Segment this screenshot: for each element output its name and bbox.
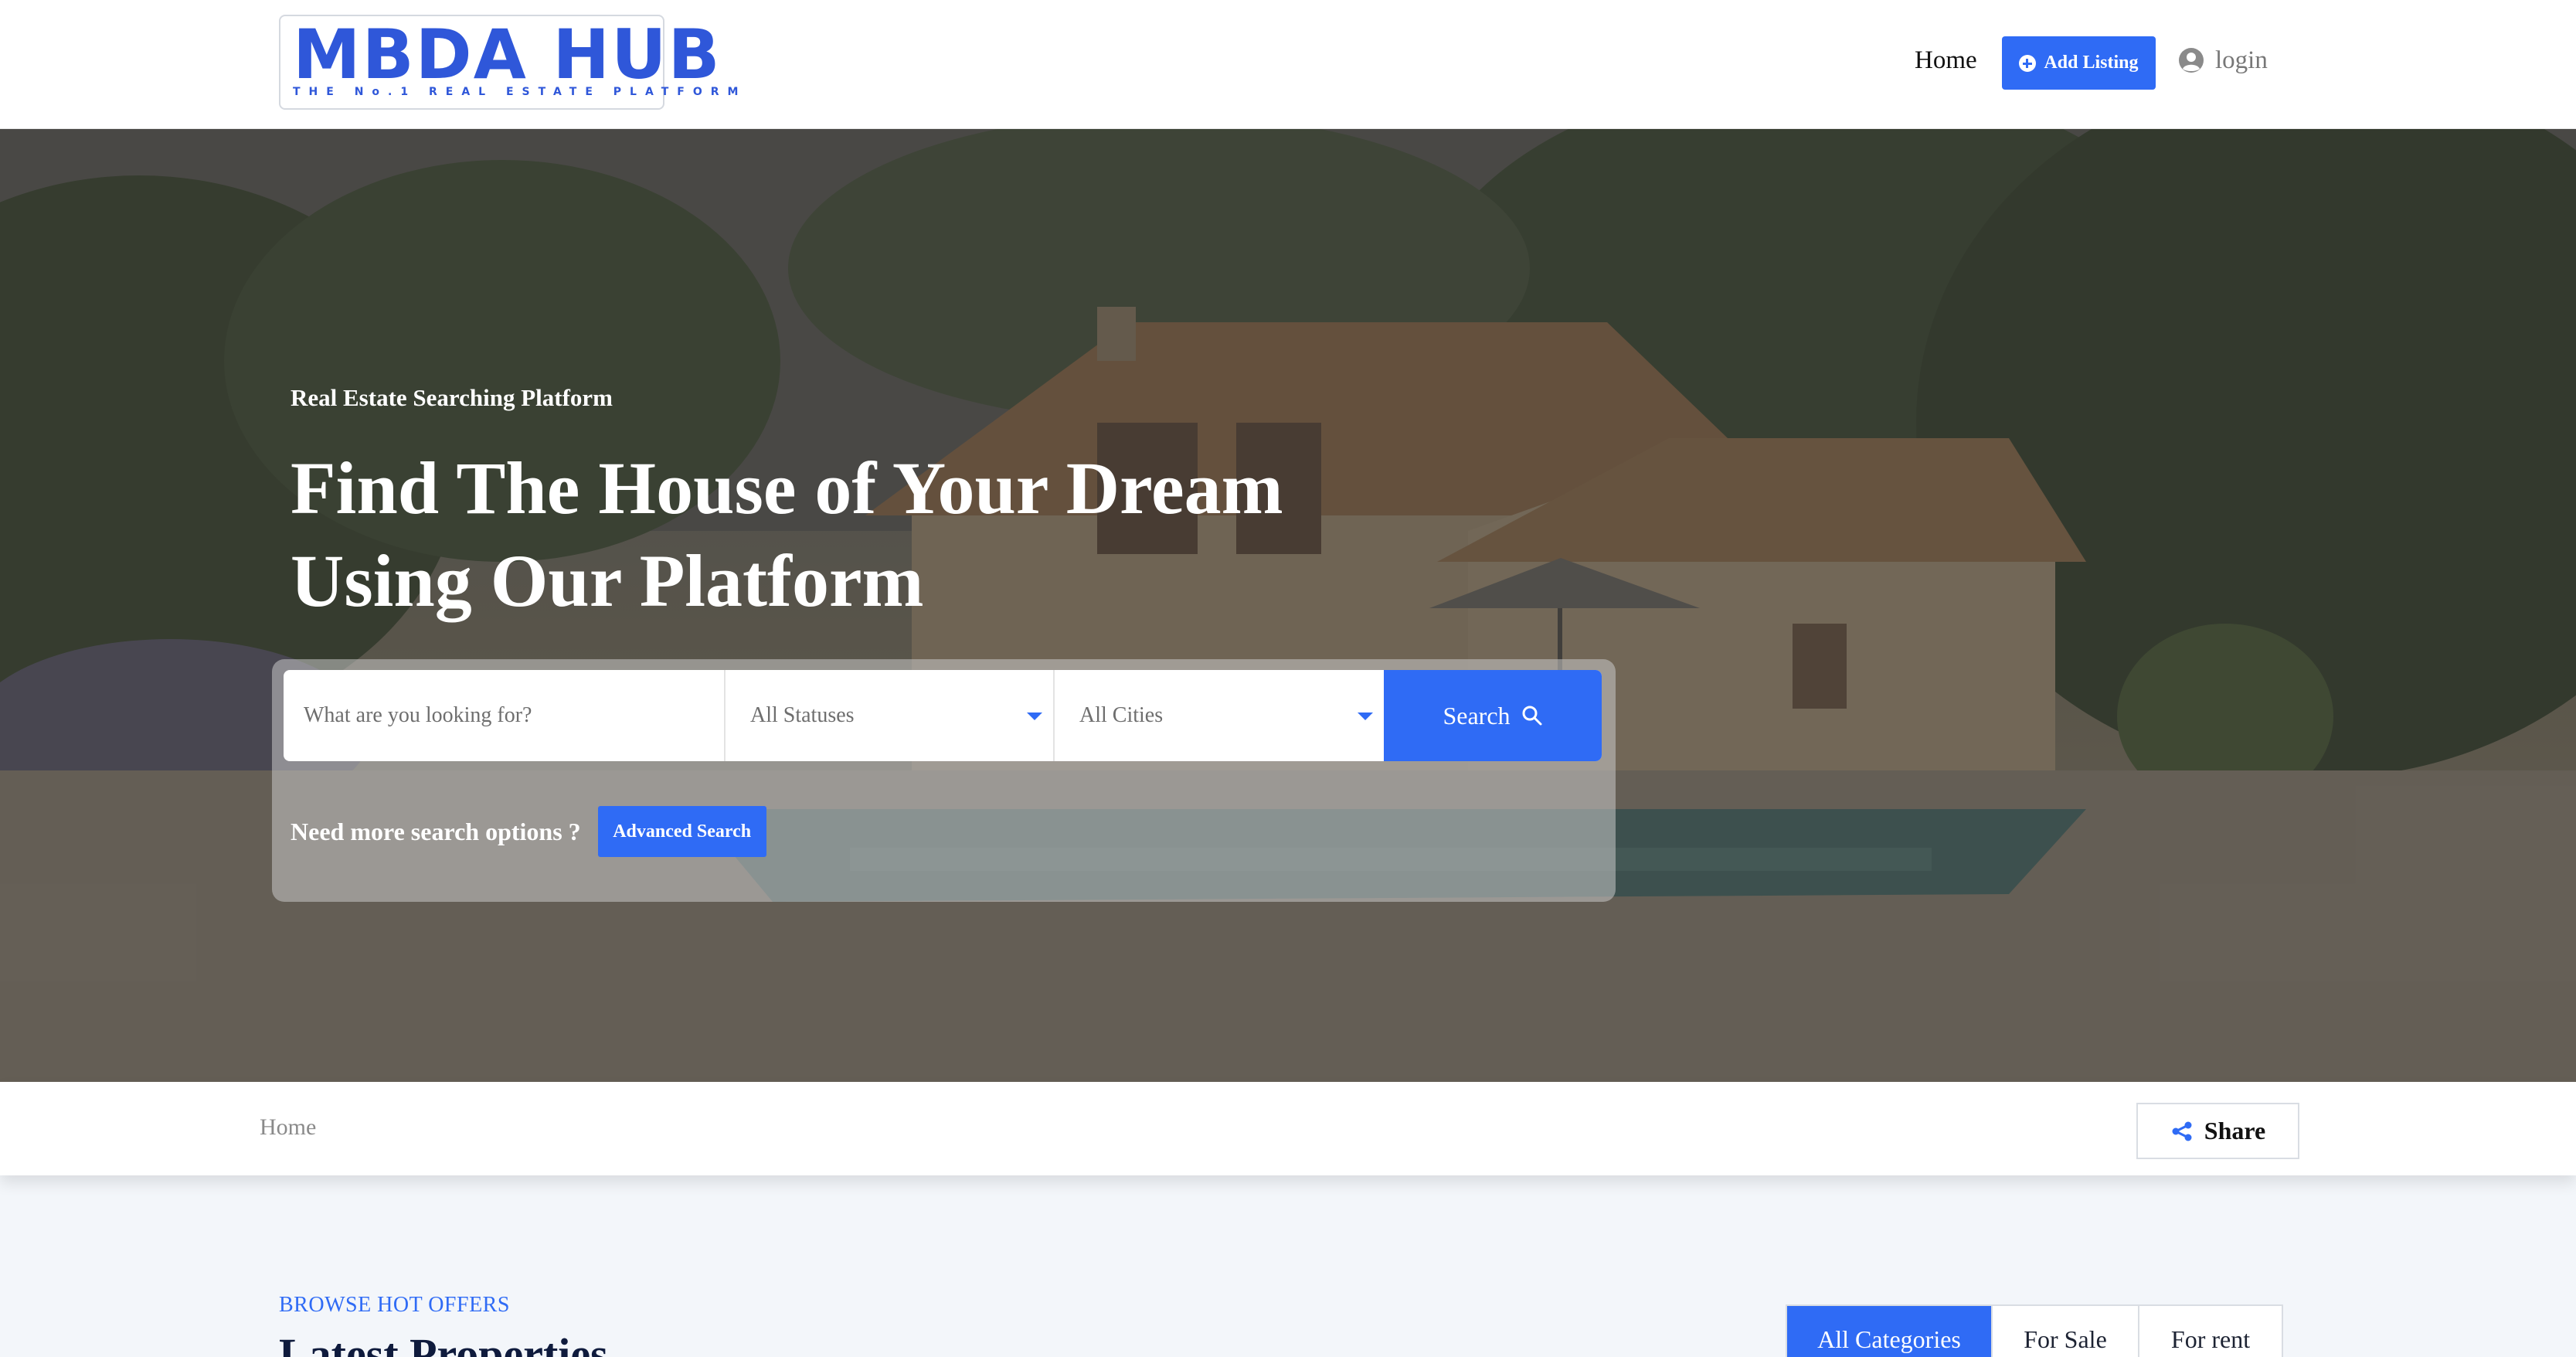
- share-icon: [2172, 1121, 2192, 1141]
- tab-all-categories[interactable]: All Categories: [1787, 1306, 1993, 1357]
- hero-kicker: Real Estate Searching Platform: [291, 384, 613, 411]
- status-select-value: All Statuses: [750, 703, 855, 727]
- site-logo[interactable]: MBDA HUB THE No.1 REAL ESTATE PLATFORM: [279, 15, 747, 110]
- hero-title-line-2: Using Our Platform: [291, 539, 924, 622]
- page: MBDA HUB THE No.1 REAL ESTATE PLATFORM H…: [0, 0, 2576, 1357]
- advanced-search-prompt: Need more search options ?: [291, 817, 581, 845]
- search-input-placeholder: What are you looking for?: [304, 703, 532, 727]
- login-label: login: [2215, 46, 2268, 74]
- section-eyebrow: BROWSE HOT OFFERS: [279, 1293, 510, 1317]
- caret-down-icon: [1358, 713, 1373, 720]
- share-label: Share: [2204, 1117, 2266, 1144]
- breadcrumb-home[interactable]: Home: [260, 1114, 316, 1141]
- advanced-search-button[interactable]: Advanced Search: [597, 806, 766, 857]
- category-tabs: All Categories For Sale For rent: [1786, 1304, 2283, 1357]
- advanced-search-row: Need more search options ? Advanced Sear…: [291, 806, 766, 857]
- add-listing-button[interactable]: Add Listing: [2002, 36, 2156, 90]
- tab-for-rent[interactable]: For rent: [2139, 1306, 2282, 1357]
- city-select-value: All Cities: [1079, 703, 1164, 727]
- city-select[interactable]: All Cities: [1055, 670, 1384, 761]
- hero-title-line-1: Find The House of Your Dream: [291, 447, 1283, 529]
- logo-tagline: THE No.1 REAL ESTATE PLATFORM: [293, 86, 747, 98]
- search-button[interactable]: Search: [1384, 670, 1602, 761]
- search-form: What are you looking for? All Statuses A…: [284, 670, 1602, 761]
- user-circle-icon: [2179, 48, 2204, 73]
- hero-banner: Real Estate Searching Platform Find The …: [0, 129, 2576, 1082]
- search-icon: [1522, 706, 1542, 726]
- status-select[interactable]: All Statuses: [726, 670, 1055, 761]
- add-listing-label: Add Listing: [2044, 53, 2139, 73]
- tab-for-sale[interactable]: For Sale: [1993, 1306, 2139, 1357]
- section-title: Latest Properties: [279, 1329, 608, 1357]
- breadcrumb-bar: Home Share: [0, 1082, 2576, 1175]
- latest-properties-section: BROWSE HOT OFFERS Latest Properties All …: [0, 1175, 2576, 1357]
- nav-home-link[interactable]: Home: [1915, 43, 1977, 77]
- top-navbar: MBDA HUB THE No.1 REAL ESTATE PLATFORM H…: [0, 0, 2576, 129]
- plus-circle-icon: [2019, 54, 2037, 72]
- hero-title: Find The House of Your Dream Using Our P…: [291, 442, 1372, 627]
- share-button[interactable]: Share: [2136, 1103, 2299, 1159]
- caret-down-icon: [1027, 713, 1042, 720]
- logo-wordmark: MBDA HUB: [293, 15, 722, 94]
- search-input[interactable]: What are you looking for?: [284, 670, 726, 761]
- login-link[interactable]: login: [2178, 43, 2268, 77]
- search-button-label: Search: [1443, 701, 1511, 730]
